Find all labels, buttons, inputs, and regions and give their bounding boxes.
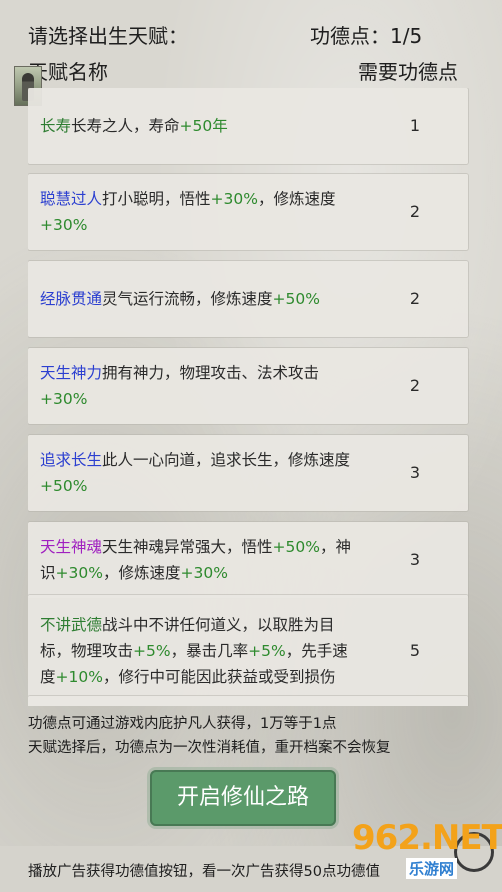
- talent-description: 天生神力拥有神力，物理攻击、法术攻击 +30%: [40, 354, 352, 418]
- talent-card[interactable]: 不讲武德战斗中不讲任何道义，以取胜为目标，物理攻击+5%，暴击几率+5%，先手速…: [28, 595, 468, 706]
- column-headers: 天赋名称 需要功德点: [0, 56, 502, 84]
- talent-cost: [400, 696, 430, 706]
- talent-description: 不讲武德战斗中不讲任何道义，以取胜为目标，物理攻击+5%，暴击几率+5%，先手速…: [40, 601, 352, 701]
- talent-bonus: +30%: [40, 216, 88, 234]
- watermark-logo: 962.NET: [352, 818, 502, 858]
- talent-text: 天生神魂异常强大，悟性: [102, 538, 273, 556]
- talent-card[interactable]: 天生笃心天生笃心，掌握各类制符手: [28, 696, 468, 706]
- talent-card[interactable]: 经脉贯通灵气运行流畅，修炼速度+50% 2: [28, 261, 468, 337]
- talent-card[interactable]: 天生神力拥有神力，物理攻击、法术攻击 +30% 2: [28, 348, 468, 424]
- talent-cost: 5: [409, 641, 421, 660]
- talent-bonus: +30%: [210, 190, 258, 208]
- talent-cost: 1: [409, 116, 421, 135]
- talent-name: 经脉贯通: [40, 290, 103, 308]
- talent-text: 灵气运行流畅，修炼速度: [102, 290, 273, 308]
- talent-name: 追求长生: [40, 451, 103, 469]
- talent-description: 长寿长寿之人，寿命+50年: [40, 94, 352, 158]
- note-line: 天赋选择后，功德点为一次性消耗值，重开档案不会恢复: [28, 740, 391, 756]
- talent-description: 天生神魂天生神魂异常强大，悟性+50%，神识+30%，修炼速度+30%: [40, 528, 352, 592]
- talent-bonus: +5%: [133, 642, 171, 660]
- talent-description: 经脉贯通灵气运行流畅，修炼速度+50%: [40, 267, 352, 331]
- talent-description: 天生笃心天生笃心，掌握各类制符手: [40, 702, 352, 706]
- talent-bonus: +50%: [272, 538, 320, 556]
- talent-name: 长寿: [40, 117, 72, 135]
- talent-bonus: +30%: [55, 564, 103, 582]
- watermark-site: 乐游网: [406, 858, 458, 879]
- talent-card[interactable]: 追求长生此人一心向道，追求长生，修炼速度 +50% 3: [28, 435, 468, 511]
- notes: 功德点可通过游戏内庇护凡人获得，1万等于1点 天赋选择后，功德点为一次性消耗值，…: [28, 712, 391, 760]
- talent-name: 天生神力: [40, 364, 103, 382]
- talent-prompt: 请选择出生天赋：: [28, 24, 188, 48]
- talent-cost: 2: [409, 376, 421, 395]
- talent-cost: 2: [409, 289, 421, 308]
- start-cultivation-button[interactable]: 开启修仙之路: [150, 770, 336, 826]
- talent-bonus: +10%: [55, 668, 103, 686]
- watermark: 962.NET 乐游网: [352, 818, 502, 888]
- talent-text: 此人一心向道，追求长生，修炼速度: [102, 451, 351, 469]
- talent-bonus: +30%: [180, 564, 228, 582]
- talent-bonus: +50年: [179, 117, 228, 135]
- talent-bonus: +5%: [248, 642, 286, 660]
- talent-card[interactable]: 聪慧过人打小聪明，悟性+30%，修炼速度+30% 2: [28, 174, 468, 250]
- talent-name: 不讲武德: [40, 616, 103, 634]
- talent-text: 长寿之人，寿命: [71, 117, 180, 135]
- talent-text: ，修行中可能因此获益或受到损伤: [102, 668, 336, 686]
- merit-counter: 功德点：1/5: [310, 24, 423, 48]
- note-line: 功德点可通过游戏内庇护凡人获得，1万等于1点: [28, 716, 337, 732]
- talent-cost: 2: [409, 202, 421, 221]
- talent-card[interactable]: 天生神魂天生神魂异常强大，悟性+50%，神识+30%，修炼速度+30% 3: [28, 522, 468, 598]
- talent-bonus: +30%: [40, 390, 88, 408]
- talent-description: 追求长生此人一心向道，追求长生，修炼速度 +50%: [40, 441, 352, 505]
- talent-list[interactable]: 长寿长寿之人，寿命+50年 1 聪慧过人打小聪明，悟性+30%，修炼速度+30% 2 经…: [28, 88, 486, 706]
- col-merit-cost: 需要功德点: [358, 60, 458, 84]
- talent-text: ，暴击几率: [170, 642, 249, 660]
- header-row: 请选择出生天赋： 功德点：1/5: [0, 20, 502, 48]
- talent-description: 聪慧过人打小聪明，悟性+30%，修炼速度+30%: [40, 180, 352, 244]
- talent-text: ，修炼速度: [257, 190, 336, 208]
- talent-cost: 3: [409, 463, 421, 482]
- talent-name: 天生神魂: [40, 538, 103, 556]
- talent-bonus: +50%: [272, 290, 320, 308]
- talent-bonus: +50%: [40, 477, 88, 495]
- talent-card[interactable]: 长寿长寿之人，寿命+50年 1: [28, 88, 468, 164]
- talent-text: 拥有神力，物理攻击、法术攻击: [102, 364, 320, 382]
- talent-cost: 3: [409, 550, 421, 569]
- ad-reward-text: 播放广告获得功德值按钮，看一次广告获得50点功德值: [28, 864, 380, 880]
- talent-name: 聪慧过人: [40, 190, 103, 208]
- talent-text: 打小聪明，悟性: [102, 190, 211, 208]
- talent-text: ，修炼速度: [102, 564, 181, 582]
